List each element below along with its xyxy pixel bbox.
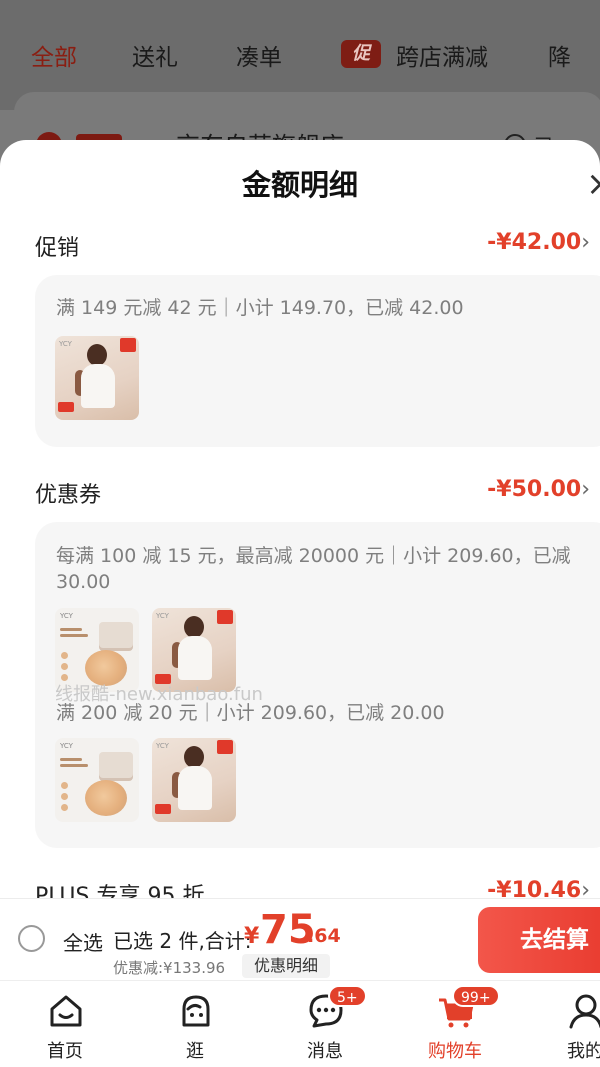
product-text-lines [60, 628, 90, 642]
total-decimal: .64 [307, 925, 341, 947]
select-all-label[interactable]: 全选 [63, 927, 103, 956]
compact-case-shape [99, 622, 133, 648]
tab-explore-label: 逛 [186, 1041, 204, 1062]
tab-explore[interactable]: 逛 [150, 981, 240, 1067]
price-tag-icon [155, 804, 171, 814]
model-body-shape [178, 766, 212, 810]
promo-section-title: 促销 [35, 236, 80, 261]
powder-puff-shape [85, 780, 127, 816]
tab-cart-label: 购物车 [428, 1041, 482, 1062]
shade-dots [61, 782, 79, 815]
tab-profile[interactable]: 我的 [540, 981, 600, 1067]
chevron-right-icon: › [581, 477, 590, 502]
product-thumbnail-model[interactable]: YCY [152, 738, 236, 822]
tab-gift: 送礼 [132, 45, 178, 71]
explore-icon [182, 995, 210, 1027]
model-head-shape [184, 746, 204, 768]
bottom-tab-bar: 首页 逛 5+ 消息 99+ 购物车 我的 [0, 980, 600, 1067]
tab-cart[interactable]: 99+ 购物车 [410, 981, 500, 1067]
product-thumbnail-powder[interactable]: YCY [55, 738, 139, 822]
promo-tag-icon [217, 610, 233, 624]
promo-panel: 满 149 元减 42 元｜小计 149.70，已减 42.00 YCY [35, 275, 600, 447]
promo-tag-icon [120, 338, 136, 352]
coupon-rule-text-1: 每满 100 减 15 元，最高减 20000 元｜小计 209.60，已减 3… [56, 545, 571, 593]
message-badge: 5+ [328, 985, 367, 1007]
sheet-scroll-area[interactable]: 促销 -¥42.00› 满 149 元减 42 元｜小计 149.70，已减 4… [0, 228, 600, 900]
sheet-title: 金额明细 [241, 168, 358, 202]
total-currency: ¥ [244, 924, 260, 949]
tab-cross-store: 跨店满减 [396, 45, 488, 71]
checkout-bar: 全选 已选 2 件,合计: ¥ 75 .64 优惠减:¥133.96 优惠明细 … [0, 898, 600, 980]
tab-home[interactable]: 首页 [20, 981, 110, 1067]
model-head-shape [87, 344, 107, 366]
watermark: 线报酷-new.xianbao.fun [55, 684, 263, 705]
product-thumbnail-model[interactable]: YCY [55, 336, 139, 420]
profile-icon [569, 994, 600, 1029]
home-icon [50, 995, 82, 1027]
plus-amount-value: -¥10.46 [487, 878, 582, 900]
product-text-lines [60, 758, 90, 772]
promo-badge-icon: 促 [341, 40, 381, 68]
coupon-amount-value: -¥50.00 [487, 477, 582, 502]
model-body-shape [178, 636, 212, 680]
tab-profile-label: 我的 [567, 1041, 600, 1062]
brand-logo-icon: YCY [60, 612, 73, 620]
tab-messages[interactable]: 5+ 消息 [280, 981, 370, 1067]
tab-all: 全部 [31, 45, 77, 71]
close-icon[interactable]: × [586, 164, 600, 204]
compact-case-shape [99, 752, 133, 778]
chevron-right-icon: › [581, 878, 590, 900]
price-tag-icon [58, 402, 74, 412]
model-body-shape [81, 364, 115, 408]
plus-amount[interactable]: -¥10.46› [487, 878, 590, 900]
brand-logo-icon: YCY [156, 612, 169, 620]
tab-home-label: 首页 [47, 1041, 83, 1062]
promo-tag-icon [217, 740, 233, 754]
discount-summary: 优惠减:¥133.96 [113, 959, 226, 977]
promo-amount[interactable]: -¥42.00› [487, 230, 590, 255]
amount-detail-sheet: 金额明细 × 促销 -¥42.00› 满 149 元减 42 元｜小计 149.… [0, 140, 600, 900]
coupon-amount[interactable]: -¥50.00› [487, 477, 590, 502]
coupon-section-title: 优惠券 [35, 483, 102, 508]
discount-detail-button[interactable]: 优惠明细 [242, 954, 330, 978]
promo-rule-text: 满 149 元减 42 元｜小计 149.70，已减 42.00 [56, 297, 464, 319]
chevron-right-icon: › [581, 230, 590, 255]
brand-logo-icon: YCY [59, 340, 72, 348]
promo-amount-value: -¥42.00 [487, 230, 582, 255]
plus-section-title: PLUS 专享 95 折 [35, 884, 205, 900]
brand-logo-icon: YCY [60, 742, 73, 750]
checkout-button[interactable]: 去结算 [478, 907, 600, 973]
tab-price-drop: 降 [548, 45, 571, 71]
tab-bundle: 凑单 [236, 45, 282, 71]
model-head-shape [184, 616, 204, 638]
cart-badge: 99+ [452, 985, 500, 1007]
tab-messages-label: 消息 [307, 1041, 343, 1062]
select-all-checkbox[interactable] [18, 925, 45, 952]
brand-logo-icon: YCY [156, 742, 169, 750]
selected-summary: 已选 2 件,合计: [113, 929, 252, 953]
